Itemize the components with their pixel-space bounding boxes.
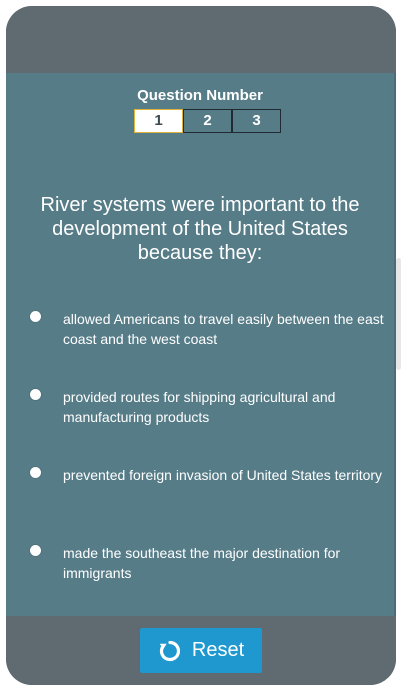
footer-bar: Reset: [6, 616, 396, 685]
radio-button[interactable]: [30, 311, 41, 322]
question-text: River systems were important to the deve…: [40, 194, 360, 264]
question-number-1[interactable]: 1: [134, 109, 183, 133]
reset-icon: [158, 639, 182, 663]
answer-option-2[interactable]: provided routes for shipping agricultura…: [30, 387, 388, 427]
answer-option-3[interactable]: prevented foreign invasion of United Sta…: [30, 465, 388, 485]
header-bar: [6, 6, 396, 73]
answer-option-text: allowed Americans to travel easily betwe…: [63, 311, 384, 347]
question-number-title: Question Number: [137, 87, 263, 104]
answer-option-1[interactable]: allowed Americans to travel easily betwe…: [30, 309, 388, 349]
question-number-2[interactable]: 2: [183, 109, 232, 133]
answer-option-text: provided routes for shipping agricultura…: [63, 389, 336, 425]
reset-button-label: Reset: [191, 639, 245, 661]
question-number-3[interactable]: 3: [232, 109, 281, 133]
radio-button[interactable]: [30, 389, 41, 400]
question-number-selector: 1 2 3: [134, 109, 281, 133]
radio-button[interactable]: [30, 467, 41, 478]
radio-button[interactable]: [30, 545, 41, 556]
quiz-device: Question Number 1 2 3 River systems were…: [6, 6, 396, 685]
scrollbar-thumb[interactable]: [396, 258, 401, 370]
answer-option-text: prevented foreign invasion of United Sta…: [63, 467, 383, 483]
quiz-content: Question Number 1 2 3 River systems were…: [6, 73, 396, 616]
answer-option-4[interactable]: made the southeast the major destination…: [30, 543, 388, 583]
reset-button[interactable]: Reset: [140, 628, 262, 673]
answer-option-text: made the southeast the major destination…: [63, 545, 341, 581]
